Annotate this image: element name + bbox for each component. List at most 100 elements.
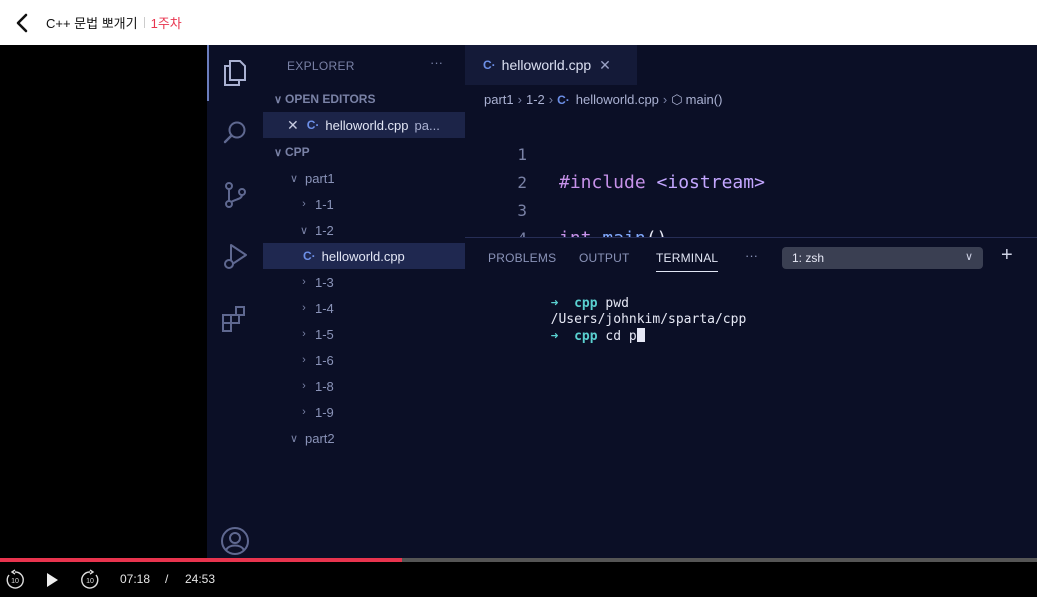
tree-item-label: 1-4 [315,300,334,316]
code-line: 4 { [465,197,1037,277]
chevron-right-icon: › [302,354,306,366]
code-editor: C· helloworld.cpp ✕ part1 › 1-2 › C· hellowor… [465,45,1037,277]
chevron-right-icon: › [302,406,306,418]
bottom-panel: PROBLEMS OUTPUT TERMINAL ··· 1: zsh ∨ + … [465,237,1037,560]
panel-tab-output: OUTPUT [579,251,630,265]
extensions-icon [220,303,250,333]
explorer-title: EXPLORER [287,59,355,73]
open-editor-item: ✕ C· helloworld.cpp pa... [263,112,465,138]
chevron-down-icon: ∨ [289,432,299,445]
tree-item: › 1-1 [263,191,465,217]
prompt-directory: cpp [574,329,598,344]
chevron-down-icon: ∨ [289,172,299,185]
rewind-10-icon[interactable]: 10 [4,569,26,591]
tree-item-label: helloworld.cpp [321,248,405,264]
cpp-file-icon: C· [557,93,570,107]
terminal-select-value: 1: zsh [792,251,825,265]
tree-item-label: 1-2 [315,222,334,238]
source-control-icon [220,180,250,210]
chevron-right-icon: › [302,198,306,210]
panel-more-icon: ··· [745,248,758,263]
tree-item: › 1-3 [263,269,465,295]
back-arrow-icon[interactable] [4,5,40,41]
tree-item: ∨ part1 [263,165,465,191]
account-icon [220,526,250,556]
time-separator: / [165,572,169,586]
svg-text:10: 10 [11,578,19,585]
duration: 24:53 [185,572,216,586]
explorer-more-icon: ··· [430,55,443,70]
open-editors-label: OPEN EDITORS [285,92,376,106]
chevron-right-icon: › [548,92,554,107]
tree-item: › 1-5 [263,321,465,347]
chevron-right-icon: › [662,92,668,107]
top-bar: C++ 문법 뽀개기 1주차 [0,0,1037,45]
editor-tab: C· helloworld.cpp ✕ [465,45,637,85]
chevron-right-icon: › [302,276,306,288]
close-icon: ✕ [287,116,299,133]
breadcrumb-item: main() [685,92,723,107]
tree-item-label: part1 [305,170,335,186]
player-controls: 10 10 07:18 / 24:53 [0,562,1037,597]
panel-tab-problems: PROBLEMS [488,251,557,265]
breadcrumb: part1 › 1-2 › C· helloworld.cpp › ⬡ main() [484,92,722,108]
video-player[interactable]: EXPLORER ··· ∨ OPEN EDITORS ✕ C· hellowo… [0,45,1037,560]
tree-item-label: 1-9 [315,404,334,420]
panel-tab-terminal: TERMINAL [656,251,719,272]
chevron-down-icon: ∨ [273,93,283,106]
activity-bar [207,45,263,560]
chevron-right-icon: › [302,328,306,340]
chevron-right-icon: › [302,302,306,314]
tree-item: ∨ 1-2 [263,217,465,243]
activity-active-indicator [207,45,209,101]
week-label: 1주차 [150,16,182,31]
tree-item: › 1-9 [263,399,465,425]
play-icon[interactable] [41,569,63,591]
tree-item-label: 1-3 [315,274,334,290]
terminal-select: 1: zsh ∨ [782,247,983,269]
cpp-file-icon: C· [483,58,496,72]
tree-item: › 1-6 [263,347,465,373]
tree-item-label: 1-6 [315,352,334,368]
cpp-folder-section: ∨ CPP [263,139,465,165]
forward-10-icon[interactable]: 10 [79,569,101,591]
explorer-sidebar: EXPLORER ··· ∨ OPEN EDITORS ✕ C· hellowo… [263,45,465,560]
terminal-cursor [636,328,645,342]
code-line: 2 [465,141,1037,192]
run-debug-icon [220,241,250,271]
cpp-file-icon: C· [303,249,316,263]
editor-tab-label: helloworld.cpp [501,57,592,73]
chevron-right-icon: › [302,380,306,392]
prompt-arrow-icon: ➜ [550,329,559,344]
close-icon: ✕ [599,56,611,73]
course-title: C++ 문법 뽀개기 [46,16,138,31]
tree-file-item: C· helloworld.cpp [263,243,465,269]
tree-item: › 1-8 [263,373,465,399]
cpp-file-icon: C· [306,118,320,132]
tree-item-label: part2 [305,430,335,446]
breadcrumb-item: part1 [484,92,514,107]
tree-item: › 1-4 [263,295,465,321]
vscode-window: EXPLORER ··· ∨ OPEN EDITORS ✕ C· hellowo… [207,45,1037,560]
tree-item-label: 1-5 [315,326,334,342]
code-line: 3 int main() [465,169,1037,249]
chevron-down-icon: ∨ [299,224,309,237]
open-editors-section: ∨ OPEN EDITORS [263,86,465,112]
tree-item: ∨ part2 [263,425,465,451]
breadcrumb-item: 1-2 [525,92,545,107]
cube-icon: ⬡ [671,92,683,107]
terminal-command: cd p [605,329,637,344]
files-icon [220,58,250,88]
chevron-down-icon: ∨ [273,146,283,159]
chevron-down-icon: ∨ [964,251,973,263]
root-folder-label: CPP [285,145,310,159]
breadcrumb-item: helloworld.cpp [575,92,659,107]
current-time: 07:18 [120,572,151,586]
search-icon [220,118,250,148]
code-line: 1 #include <iostream> [465,113,1037,193]
tree-item-label: 1-8 [315,378,334,394]
tree-item-label: 1-1 [315,196,334,212]
new-terminal-icon: + [1001,244,1013,266]
title-divider [143,17,145,28]
open-file-name: helloworld.cpp [325,117,409,133]
